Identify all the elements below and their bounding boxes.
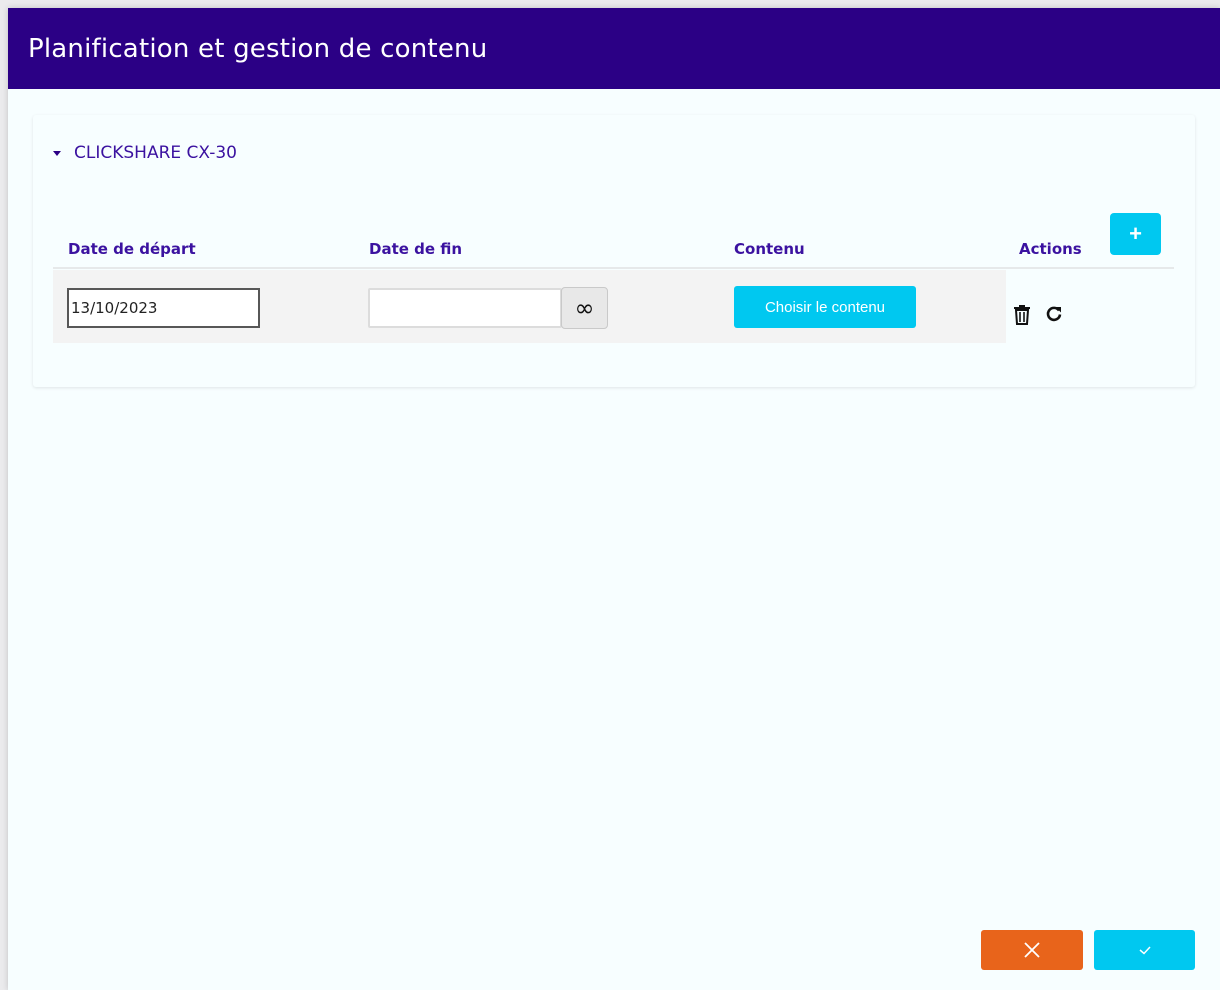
add-row-button[interactable]: +: [1110, 213, 1161, 255]
section-toggle[interactable]: CLICKSHARE CX-30: [53, 143, 237, 163]
dialog-title: Planification et gestion de contenu: [28, 33, 488, 64]
refresh-icon[interactable]: [1045, 305, 1063, 327]
device-panel: CLICKSHARE CX-30 Date de départ Date de …: [33, 115, 1195, 387]
schedule-dialog: Planification et gestion de contenu CLIC…: [8, 8, 1220, 990]
header-divider: [53, 267, 1174, 269]
section-title: CLICKSHARE CX-30: [74, 143, 237, 163]
choose-content-button[interactable]: Choisir le contenu: [734, 286, 916, 328]
dialog-header: Planification et gestion de contenu: [8, 8, 1220, 89]
confirm-button[interactable]: [1094, 930, 1195, 970]
plus-icon: +: [1129, 221, 1142, 246]
check-icon: [1139, 946, 1151, 955]
close-icon: [1024, 942, 1040, 958]
header-content: Contenu: [734, 240, 805, 258]
header-end-date: Date de fin: [369, 240, 463, 258]
trash-icon[interactable]: [1011, 304, 1033, 330]
caret-down-icon: [53, 151, 61, 156]
start-date-input[interactable]: [67, 288, 260, 328]
end-date-input[interactable]: [368, 288, 562, 328]
infinity-icon: ∞: [574, 294, 595, 322]
cancel-button[interactable]: [981, 930, 1083, 970]
infinite-end-button[interactable]: ∞: [561, 287, 608, 329]
table-row: ∞ Choisir le contenu: [53, 270, 1006, 343]
header-actions: Actions: [1019, 240, 1082, 258]
header-start-date: Date de départ: [68, 240, 196, 258]
